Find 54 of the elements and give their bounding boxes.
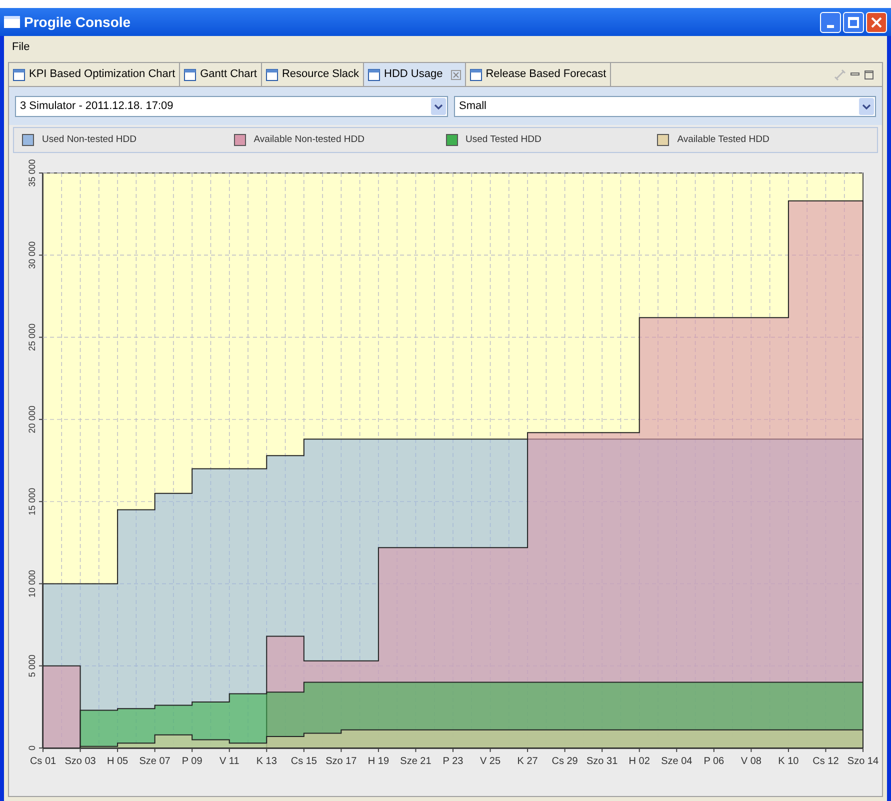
x-tick-label: Cs 01 [30, 756, 56, 767]
x-tick-label: K 13 [256, 756, 277, 767]
x-tick-label: V 08 [740, 756, 762, 767]
y-tick-label: 25 000 [27, 324, 37, 352]
y-tick-label: 30 000 [27, 241, 37, 269]
x-tick-label: P 09 [182, 756, 202, 767]
y-tick-label: 15 000 [27, 488, 37, 516]
tab[interactable]: HDD Usage [364, 63, 466, 86]
x-tick-label: V 11 [219, 756, 240, 767]
tab-window-icon [368, 68, 380, 80]
y-tick-label: 5 000 [27, 654, 37, 678]
tab-window-icon [266, 68, 278, 80]
x-tick-label: P 23 [442, 756, 464, 767]
legend-label: Used Tested HDD [466, 132, 542, 147]
legend-label: Available Non-tested HDD [254, 132, 364, 147]
y-tick-label: 0 [27, 746, 37, 750]
x-tick-label: Cs 12 [812, 756, 839, 767]
menu-item[interactable]: File [12, 38, 30, 56]
y-tick-label: 10 000 [27, 570, 37, 598]
x-tick-label: Szo 17 [326, 756, 357, 767]
x-tick-label: Cs 29 [552, 756, 578, 767]
x-tick-label: Sze 07 [139, 756, 170, 767]
legend-label: Used Non-tested HDD [42, 132, 137, 147]
minimize-button[interactable] [820, 12, 841, 32]
window-title: Progile Console [24, 12, 131, 32]
tab-window-icon [184, 68, 196, 80]
close-icon[interactable] [450, 70, 461, 80]
maximize-button[interactable] [843, 12, 864, 32]
dropdown[interactable]: Small [454, 96, 876, 117]
maximize-icon[interactable] [864, 70, 874, 80]
x-tick-label: Cs 15 [290, 756, 317, 767]
close-button[interactable] [866, 12, 887, 32]
x-tick-label: K 27 [517, 756, 538, 767]
maximize-icon [848, 16, 859, 28]
dropdown[interactable]: 3 Simulator - 2011.12.18. 17:09 [15, 96, 448, 117]
legend-label: Available Tested HDD [677, 132, 770, 147]
minimize-icon [827, 24, 834, 28]
x-tick-label: Szo 31 [586, 756, 618, 767]
y-tick-label: 35 000 [27, 159, 37, 187]
x-tick-label: Sze 21 [400, 756, 432, 767]
tab-window-icon [13, 68, 25, 80]
x-tick-label: Szo 14 [847, 756, 879, 767]
x-tick-label: H 02 [628, 756, 650, 767]
tab-window-icon [470, 68, 482, 80]
x-tick-label: H 05 [106, 756, 128, 767]
window-icon [4, 16, 20, 28]
y-tick-label: 20 000 [27, 406, 37, 434]
x-tick-label: Sze 04 [661, 756, 692, 767]
x-tick-label: Szo 03 [64, 756, 96, 767]
x-tick-label: V 25 [480, 756, 501, 767]
close-icon [871, 16, 882, 28]
x-tick-label: K 10 [778, 756, 799, 767]
x-tick-label: P 06 [704, 756, 724, 767]
x-tick-label: H 19 [368, 756, 390, 767]
